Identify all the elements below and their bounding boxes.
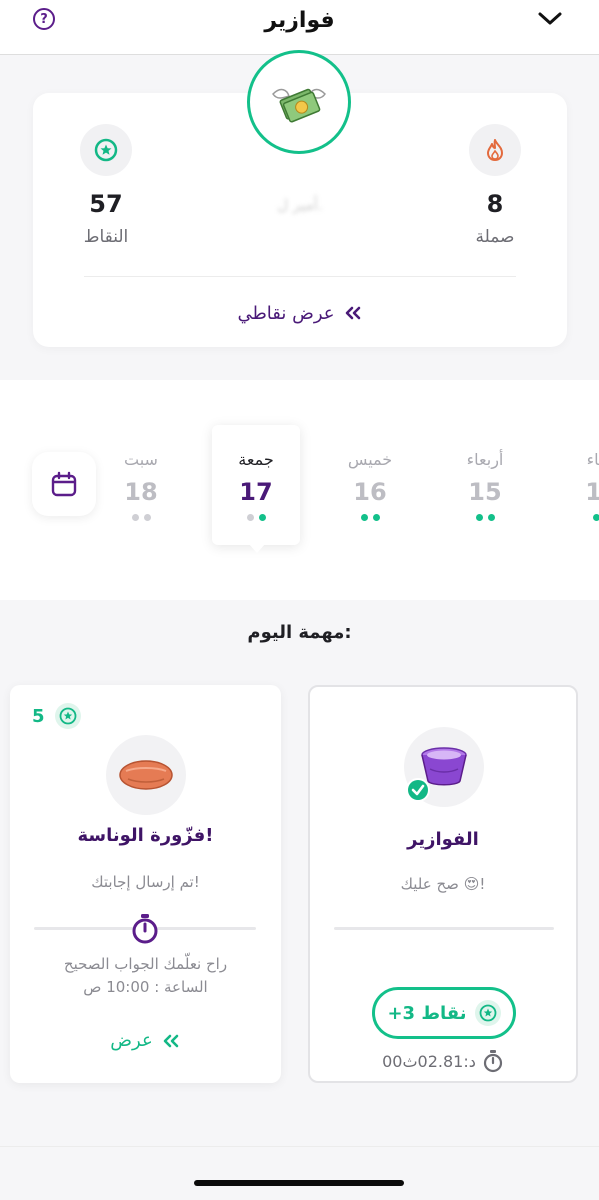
page-title: فوازير	[264, 8, 335, 33]
day-dot	[131, 514, 139, 521]
day-item-tuesday[interactable]: ثلاثاء 14	[567, 450, 599, 521]
stopwatch-icon	[132, 914, 158, 944]
day-dot	[592, 514, 599, 521]
day-number: 18	[124, 478, 158, 506]
card-title: فزّورة الوناسة!	[77, 825, 214, 846]
calendar-button[interactable]	[32, 452, 96, 516]
home-indicator[interactable]	[194, 1180, 404, 1186]
day-item-saturday[interactable]: سبت 18	[106, 450, 176, 521]
task-section-title: مهمة اليوم:	[247, 622, 352, 643]
view-label: عرض	[110, 1030, 153, 1051]
card-divider	[334, 927, 554, 930]
day-dot	[246, 514, 254, 521]
view-points-label: عرض نقاطي	[237, 302, 335, 324]
riddle-card[interactable]: 5 فزّورة الوناسة! تم إرسال إجابتك! راح ن…	[10, 685, 281, 1083]
points-badge-value: 5	[32, 705, 45, 727]
day-dot	[258, 514, 266, 521]
solve-time-value: 00د:02.81ث	[382, 1051, 476, 1071]
streak-value: 8	[486, 190, 504, 218]
day-name: خميس	[347, 450, 393, 469]
day-dot	[143, 514, 151, 521]
answer-time: الساعة : 10:00 ص	[83, 978, 208, 996]
card-title: الفوازير	[407, 829, 479, 850]
points-earned-pill: +3 نقاط	[372, 987, 516, 1039]
card-subtitle: تم إرسال إجابتك!	[91, 873, 200, 891]
star-badge-icon	[474, 1000, 501, 1026]
day-name: جمعة	[238, 450, 274, 469]
chevron-down-icon[interactable]	[537, 8, 563, 28]
day-number: 16	[353, 478, 387, 506]
day-item-wednesday[interactable]: أربعاء 15	[450, 450, 520, 521]
fawazeer-card[interactable]: الفوازير صح عليك 😍! +3 نقاط 00د:02.81ث	[308, 685, 578, 1083]
day-name: ثلاثاء	[586, 450, 599, 469]
bottom-divider	[0, 1146, 599, 1147]
day-dot	[487, 514, 495, 521]
points-badge: 5	[32, 703, 81, 729]
day-dot	[372, 514, 380, 521]
winged-money-icon	[247, 50, 351, 154]
points-label: النقاط	[83, 227, 129, 247]
card-subtitle: صح عليك 😍!	[400, 875, 486, 893]
solve-time: 00د:02.81ث	[310, 1049, 576, 1073]
fire-icon	[469, 124, 521, 176]
check-badge-icon	[406, 778, 430, 802]
date-fruit-icon	[106, 735, 186, 815]
view-points-link[interactable]: عرض نقاطي	[225, 300, 375, 326]
answer-notice: راح نعلّمك الجواب الصحيح	[63, 955, 228, 973]
star-badge-icon	[54, 703, 81, 729]
double-chevron-left-icon	[345, 306, 360, 320]
stopwatch-icon	[483, 1050, 502, 1073]
day-number: 14	[585, 478, 599, 506]
top-bar: ? فوازير	[0, 0, 599, 55]
streak-label: صملة	[475, 227, 515, 247]
day-item-thursday[interactable]: خميس 16	[335, 450, 405, 521]
day-item-friday[interactable]: جمعة 17	[221, 450, 291, 521]
calendar-icon	[51, 471, 77, 497]
star-badge-icon	[80, 124, 132, 176]
day-name: سبت	[124, 450, 158, 469]
day-number: 15	[468, 478, 502, 506]
day-dot	[360, 514, 368, 521]
points-value: 57	[89, 190, 123, 218]
points-earned-label: +3 نقاط	[387, 1002, 467, 1024]
selected-day-pointer	[248, 543, 266, 553]
double-chevron-left-icon	[163, 1034, 179, 1047]
divider	[84, 276, 516, 277]
day-name: أربعاء	[466, 450, 504, 469]
user-name: أمير ل.	[277, 196, 323, 214]
day-number: 17	[239, 478, 273, 506]
day-dot	[475, 514, 483, 521]
view-button[interactable]: عرض	[10, 1030, 281, 1051]
